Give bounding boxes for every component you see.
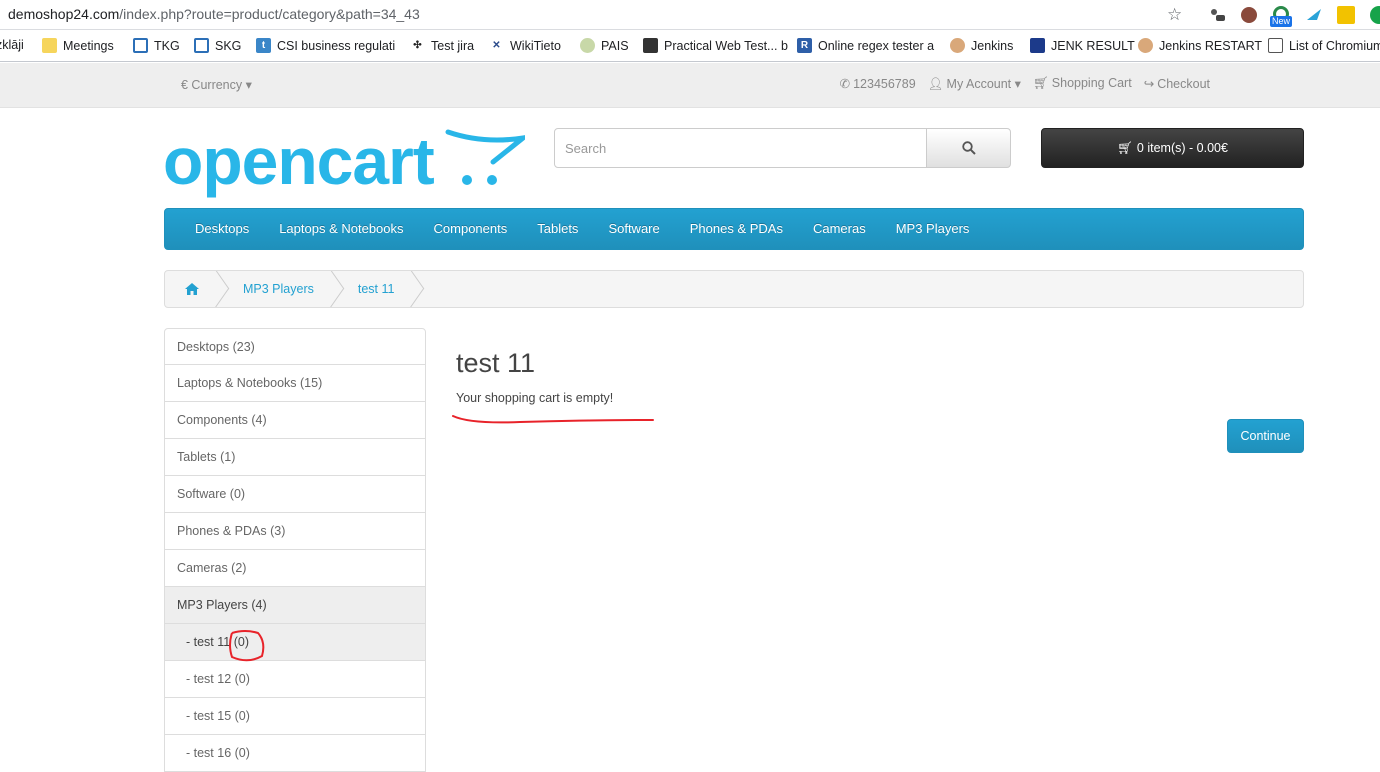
bookmark-item[interactable]: List of Chromium <box>1268 38 1380 53</box>
search-button[interactable] <box>926 128 1011 168</box>
underline-annotation <box>452 415 654 424</box>
phone-icon: ✆ <box>839 77 851 91</box>
menu-item-desktops[interactable]: Desktops <box>180 209 264 249</box>
category-item[interactable]: Cameras (2) <box>164 550 426 587</box>
jira-icon: ✣ <box>413 40 422 51</box>
subcategory-item[interactable]: - test 15 (0) <box>164 698 426 735</box>
main-menu: Desktops Laptops & Notebooks Components … <box>164 208 1304 250</box>
extension-icon[interactable] <box>1305 6 1323 24</box>
wiki-icon: ✕ <box>492 40 501 51</box>
category-item[interactable]: Desktops (23) <box>164 328 426 365</box>
bookmarks-bar: zklāji Meetings TKG SKG tCSI business re… <box>0 30 1380 62</box>
bookmark-star-icon[interactable]: ☆ <box>1167 5 1182 25</box>
bookmark-item[interactable]: Jenkins RESTART <box>1138 38 1262 53</box>
book-icon <box>643 38 658 53</box>
breadcrumb-item[interactable]: test 11 <box>336 271 417 307</box>
share-icon: ↪ <box>1143 77 1155 91</box>
checkout-link[interactable]: ↪ Checkout <box>1144 76 1210 92</box>
empty-cart-message: Your shopping cart is empty! <box>456 391 614 405</box>
bookmark-item[interactable]: Practical Web Test... b <box>643 38 788 53</box>
search-group <box>554 128 1011 168</box>
t-icon: t <box>256 38 271 53</box>
new-badge: New <box>1270 16 1293 27</box>
my-account-dropdown[interactable]: 👤︎ My Account ▾ <box>928 76 1021 92</box>
menu-item-phones[interactable]: Phones & PDAs <box>675 209 798 249</box>
menu-item-components[interactable]: Components <box>419 209 523 249</box>
bookmark-item[interactable]: t CSI business regulati <box>256 38 395 53</box>
subcategory-item[interactable]: - test 16 (0) <box>164 735 426 772</box>
currency-dropdown[interactable]: € Currency ▾ <box>181 77 252 92</box>
subcategory-item-active[interactable]: - test 11 (0) <box>164 624 426 661</box>
category-item[interactable]: Phones & PDAs (3) <box>164 513 426 550</box>
top-bar: € Currency ▾ ✆ 123456789 👤︎ My Account ▾ 🛒… <box>0 63 1380 108</box>
breadcrumb-home[interactable] <box>165 271 221 307</box>
r-icon: R <box>797 38 812 53</box>
page-title: test 11 <box>456 348 536 378</box>
user-icon: 👤︎ <box>927 77 944 91</box>
bookmark-item[interactable]: JENK RESULT <box>1030 38 1135 53</box>
category-item-active[interactable]: MP3 Players (4) <box>164 587 426 624</box>
extension-icon[interactable] <box>1208 6 1226 24</box>
bookmark-item[interactable]: ✕ WikiTieto <box>489 38 561 53</box>
menu-item-tablets[interactable]: Tablets <box>522 209 593 249</box>
menu-item-mp3[interactable]: MP3 Players <box>881 209 985 249</box>
cart-icon: 🛒︎ <box>1117 140 1133 155</box>
top-links: ✆ 123456789 👤︎ My Account ▾ 🛒︎ Shopping Car… <box>840 76 1210 92</box>
board-icon <box>133 38 148 53</box>
bookmark-item[interactable]: Meetings <box>42 38 114 53</box>
home-icon <box>185 283 199 295</box>
search-icon <box>961 141 976 155</box>
url-text[interactable]: demoshop24.com/index.php?route=product/c… <box>8 6 420 22</box>
search-input[interactable] <box>554 128 927 168</box>
category-item[interactable]: Tablets (1) <box>164 439 426 476</box>
svg-text:opencart: opencart <box>163 126 435 198</box>
extension-icon[interactable] <box>1241 7 1257 23</box>
menu-item-cameras[interactable]: Cameras <box>798 209 881 249</box>
jenkins-icon <box>1138 38 1153 53</box>
category-item[interactable]: Software (0) <box>164 476 426 513</box>
cart-icon: 🛒︎ <box>1032 76 1049 90</box>
opencart-logo[interactable]: opencart <box>163 126 525 200</box>
menu-item-laptops[interactable]: Laptops & Notebooks <box>264 209 418 249</box>
category-item[interactable]: Laptops & Notebooks (15) <box>164 365 426 402</box>
folder-icon <box>42 38 57 53</box>
bookmark-item[interactable]: SKG <box>194 38 241 53</box>
jenkins-icon <box>950 38 965 53</box>
page-icon <box>1268 38 1283 53</box>
bookmark-item[interactable]: TKG <box>133 38 180 53</box>
bookmark-item[interactable]: R Online regex tester a <box>797 38 934 53</box>
bookmark-item[interactable]: Jenkins <box>950 38 1013 53</box>
main-content: test 11 Your shopping cart is empty! <box>456 340 613 405</box>
jenk-icon <box>1030 38 1045 53</box>
phone-link[interactable]: ✆ 123456789 <box>840 76 916 92</box>
bookmark-item[interactable]: ✣ Test jira <box>410 38 474 53</box>
bookmark-item[interactable]: PAIS <box>580 38 629 53</box>
cube-icon <box>580 38 595 53</box>
board-icon <box>194 38 209 53</box>
extension-icon[interactable] <box>1337 6 1355 24</box>
extension-icon[interactable] <box>1370 6 1380 24</box>
category-item[interactable]: Components (4) <box>164 402 426 439</box>
cart-button[interactable]: 🛒︎ 0 item(s) - 0.00€ <box>1041 128 1304 168</box>
breadcrumb: MP3 Players test 11 <box>164 270 1304 308</box>
shopping-cart-link[interactable]: 🛒︎ Shopping Cart <box>1033 76 1132 92</box>
category-list: Desktops (23) Laptops & Notebooks (15) C… <box>164 328 426 772</box>
menu-item-software[interactable]: Software <box>593 209 674 249</box>
browser-address-bar[interactable]: demoshop24.com/index.php?route=product/c… <box>0 0 1380 30</box>
subcategory-item[interactable]: - test 12 (0) <box>164 661 426 698</box>
bookmark-item[interactable]: zklāji <box>0 38 24 52</box>
breadcrumb-item[interactable]: MP3 Players <box>221 271 336 307</box>
continue-button[interactable]: Continue <box>1227 419 1304 453</box>
